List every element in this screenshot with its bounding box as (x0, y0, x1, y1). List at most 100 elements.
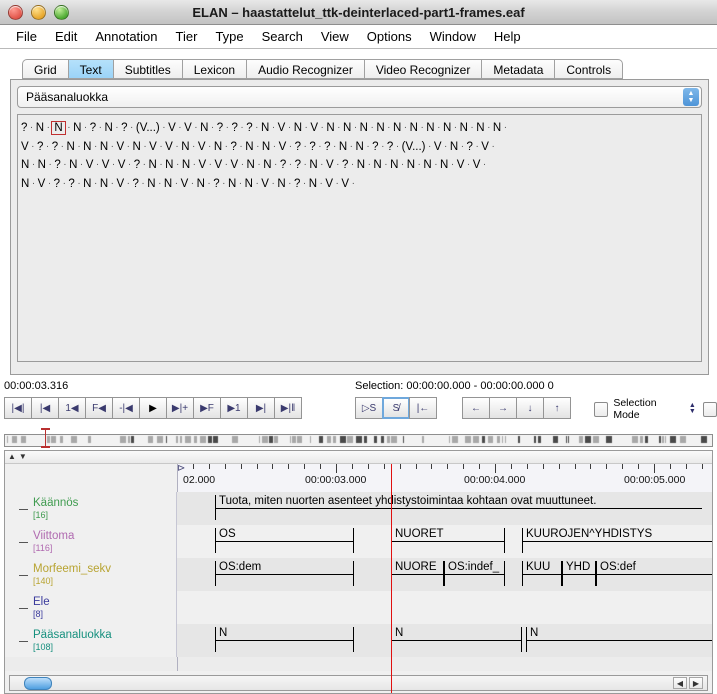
annotation-token[interactable]: V (198, 141, 206, 153)
tier-annotation-track[interactable]: NNN (177, 624, 712, 657)
tier-annotation-track[interactable]: OS:dem NUORE OS:indef_ KUU YHD OS:def (177, 558, 712, 591)
annotation-token[interactable]: N (407, 159, 415, 171)
tier-name-viittoma[interactable]: Viittoma [116] (5, 525, 177, 558)
loop-mode-spinner-icon[interactable]: ▲ ▼ (688, 402, 697, 416)
annotation-token[interactable]: ? (213, 178, 219, 190)
annotation-token[interactable]: ? (309, 141, 315, 153)
annotation-token[interactable]: N (426, 122, 434, 134)
annotation-token[interactable]: N (149, 159, 157, 171)
tier-row[interactable]: Ele [8] (5, 591, 712, 624)
annotation-token[interactable]: V (326, 159, 334, 171)
move-crosshair-to-selection-button[interactable]: |← (409, 397, 437, 419)
loop-mode-checkbox[interactable] (702, 401, 717, 417)
tier-name-morfeemi-sekv[interactable]: Morfeemi_sekv [140] (5, 558, 177, 591)
annotation-block[interactable]: Tuota, miten nuorten asenteet yhdistysto… (215, 495, 702, 520)
tier-name-k-nn-s[interactable]: Käännös [16] (5, 492, 177, 525)
tab-subtitles[interactable]: Subtitles (112, 59, 182, 79)
selection-mode-checkbox[interactable] (594, 401, 609, 417)
annotation-token[interactable]: N (214, 141, 222, 153)
annotation-token[interactable]: ? (246, 122, 252, 134)
tier-row[interactable]: Morfeemi_sekv [140] OS:dem NUORE OS:indef_ KU… (5, 558, 712, 591)
annotation-token[interactable]: N (38, 159, 46, 171)
timeline-horizontal-scrollbar[interactable]: ◀ ▶ (9, 675, 708, 691)
annotation-token[interactable]: V (184, 122, 192, 134)
annotation-token[interactable]: N (360, 122, 368, 134)
triangle-up-icon[interactable]: ▲ (8, 453, 16, 461)
tab-controls[interactable]: Controls (554, 59, 624, 79)
menu-file[interactable]: File (7, 27, 46, 46)
tier-name-ele[interactable]: Ele [8] (5, 591, 177, 624)
annotation-token[interactable]: N (182, 159, 190, 171)
annotation-text-area[interactable]: ? · N · N · N ·? · N ·? · (V...) · V · V · N ·? ·? ·? · N · V · N · V… (17, 114, 702, 362)
annotation-token[interactable]: ? (232, 122, 238, 134)
minimize-button[interactable] (31, 4, 46, 20)
density-cursor[interactable] (41, 428, 50, 448)
annotation-token[interactable]: V (481, 141, 489, 153)
go-to-end-button[interactable]: ▶|‖ (274, 397, 302, 419)
zoom-button[interactable] (54, 4, 69, 20)
annotation-block[interactable]: NUORET (391, 528, 505, 553)
menu-help[interactable]: Help (485, 27, 530, 46)
previous-annotation-button[interactable]: -|◀ (112, 397, 140, 419)
tab-video-recognizer[interactable]: Video Recognizer (363, 59, 482, 79)
annotation-token[interactable]: ? (324, 141, 330, 153)
annotation-token[interactable]: ? (231, 141, 237, 153)
annotation-token[interactable]: N (309, 159, 317, 171)
annotation-block[interactable]: N (391, 627, 522, 652)
density-track[interactable] (4, 434, 713, 447)
next-annotation-arrow-button[interactable]: → (489, 397, 517, 419)
annotation-token[interactable]: N (100, 178, 108, 190)
annotation-token[interactable]: N (67, 141, 75, 153)
scrollbar-thumb[interactable] (24, 676, 52, 690)
annotation-token[interactable]: N (245, 178, 253, 190)
previous-frame-button[interactable]: F◀ (85, 397, 113, 419)
annotation-token[interactable]: ? (133, 178, 139, 190)
tab-grid[interactable]: Grid (22, 59, 68, 79)
annotation-token[interactable]: N (262, 141, 270, 153)
annotation-token[interactable]: N (100, 141, 108, 153)
annotation-block[interactable]: OS:def (596, 561, 712, 586)
tier-annotation-track[interactable] (177, 591, 712, 624)
annotation-block[interactable]: KUU (522, 561, 562, 586)
annotation-density-bar[interactable] (4, 428, 713, 448)
annotation-token[interactable]: N (294, 122, 302, 134)
scroll-right-arrow-icon[interactable]: ▶ (689, 677, 703, 689)
annotation-token[interactable]: N (357, 159, 365, 171)
annotation-block[interactable]: OS:indef_ (444, 561, 505, 586)
annotation-token[interactable]: N (376, 122, 384, 134)
menu-window[interactable]: Window (421, 27, 485, 46)
annotation-block[interactable]: OS:dem (215, 561, 354, 586)
tier-annotation-track[interactable]: Tuota, miten nuorten asenteet yhdistysto… (177, 492, 712, 525)
annotation-token[interactable]: N (410, 122, 418, 134)
chevron-updown-icon[interactable]: ▲ ▼ (683, 88, 699, 106)
annotation-token[interactable]: (V...) (402, 141, 426, 153)
annotation-token[interactable]: N (197, 178, 205, 190)
tier-annotation-track[interactable]: OS NUORET KUUROJEN^YHDISTYS (177, 525, 712, 558)
annotation-token[interactable]: N (245, 141, 253, 153)
annotation-token[interactable]: (V...) (136, 122, 160, 134)
tab-text[interactable]: Text (67, 59, 113, 79)
annotation-token[interactable]: N (104, 122, 112, 134)
annotation-token[interactable]: N (476, 122, 484, 134)
annotation-token[interactable]: ? (54, 159, 60, 171)
annotation-token[interactable]: N (164, 178, 172, 190)
annotation-below-button[interactable]: ↓ (516, 397, 544, 419)
previous-second-button[interactable]: 1◀ (58, 397, 86, 419)
next-scroll-view-button[interactable]: ▶| (247, 397, 275, 419)
annotation-token[interactable]: ? (68, 178, 74, 190)
annotation-token[interactable]: V (325, 178, 333, 190)
annotation-token[interactable]: V (261, 178, 269, 190)
tier-row[interactable]: Pääsanaluokka [108] N N N (5, 624, 712, 657)
annotation-token[interactable]: V (116, 178, 124, 190)
menu-tier[interactable]: Tier (167, 27, 207, 46)
annotation-token[interactable]: V (341, 178, 349, 190)
annotation-token[interactable]: N (339, 141, 347, 153)
annotation-token[interactable]: N (277, 178, 285, 190)
annotation-token[interactable]: N (356, 141, 364, 153)
annotation-block[interactable]: N (215, 627, 354, 652)
tab-audio-recognizer[interactable]: Audio Recognizer (246, 59, 364, 79)
annotation-token[interactable]: N (326, 122, 334, 134)
menu-edit[interactable]: Edit (46, 27, 86, 46)
annotation-token[interactable]: ? (121, 122, 127, 134)
annotation-token[interactable]: V (198, 159, 206, 171)
